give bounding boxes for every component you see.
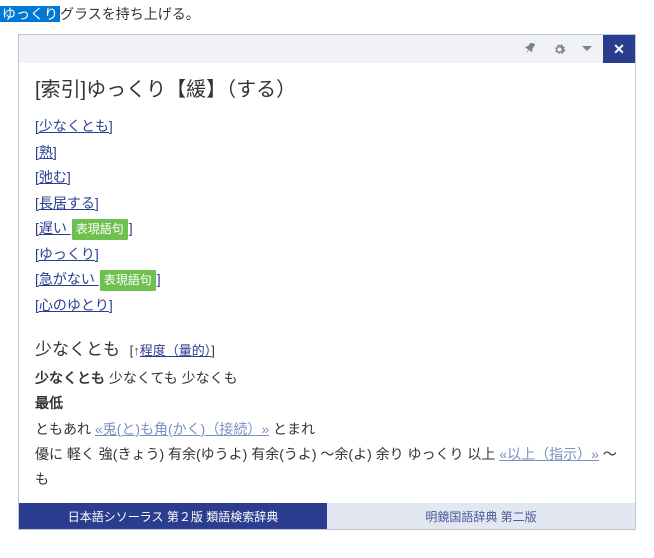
ref-link[interactable]: «以上（指示）» <box>499 446 599 462</box>
pin-icon[interactable] <box>519 37 543 61</box>
gear-icon[interactable] <box>547 37 571 61</box>
sentence-rest: グラスを持ち上げる。 <box>60 6 200 22</box>
body-line: 最低 <box>35 391 619 416</box>
close-button[interactable]: ✕ <box>603 35 635 63</box>
popup-toolbar: ✕ <box>19 35 635 63</box>
index-link[interactable]: [ゆっくり] <box>35 246 99 262</box>
chevron-down-icon[interactable] <box>575 37 599 61</box>
section-header: 少なくとも [↑程度（量的）] <box>35 335 619 365</box>
index-link[interactable]: [少なくとも] <box>35 118 113 134</box>
tab-inactive[interactable]: 明鏡国語辞典 第二版 <box>327 503 635 529</box>
index-item: [心のゆとり] <box>35 293 619 318</box>
ref-link[interactable]: «兎(と)も角(かく)（接続）» <box>95 421 269 437</box>
index-item: [長居する] <box>35 191 619 216</box>
expression-tag: 表現語句 <box>72 219 128 240</box>
category-link[interactable]: 程度（量的） <box>140 343 212 358</box>
sections: 少なくとも [↑程度（量的）] 少なくとも 少なくても 少なくも最低ともあれ «… <box>35 335 619 503</box>
index-link[interactable]: [心のゆとり] <box>35 297 113 313</box>
index-item: [急がない 表現語句] <box>35 267 619 292</box>
index-link[interactable]: [遅い 表現語句] <box>35 220 133 236</box>
entry-content[interactable]: [索引]ゆっくり【緩】（する） [少なくとも] [熟] [弛む] [長居する] [遅い … <box>19 63 635 503</box>
index-list: [少なくとも] [熟] [弛む] [長居する] [遅い 表現語句] [ゆっくり] [急がない… <box>35 114 619 317</box>
index-link[interactable]: [熟] <box>35 144 57 160</box>
tab-active[interactable]: 日本語シソーラス 第２版 類語検索辞典 <box>19 503 327 529</box>
body-line: 優に 軽く 強(きょう) 有余(ゆうよ) 有余(うよ) ～余(よ) 余り ゆっく… <box>35 442 619 491</box>
body-line: ともあれ «兎(と)も角(かく)（接続）» とまれ <box>35 417 619 442</box>
index-link[interactable]: [急がない 表現語句] <box>35 271 161 287</box>
example-sentence: ゆっくりグラスを持ち上げる。 <box>0 0 654 34</box>
expression-tag: 表現語句 <box>100 270 156 291</box>
index-link[interactable]: [長居する] <box>35 195 99 211</box>
index-item: [ゆっくり] <box>35 242 619 267</box>
highlighted-word: ゆっくり <box>0 6 60 22</box>
dictionary-tabs: 日本語シソーラス 第２版 類語検索辞典明鏡国語辞典 第二版 <box>19 503 635 529</box>
body-line: 少なくとも 少なくても 少なくも <box>35 366 619 391</box>
index-item: [遅い 表現語句] <box>35 216 619 241</box>
headword: [索引]ゆっくり【緩】（する） <box>35 73 619 108</box>
dictionary-popup: ✕ [索引]ゆっくり【緩】（する） [少なくとも] [熟] [弛む] [長居する] [遅… <box>18 34 636 530</box>
index-link[interactable]: [弛む] <box>35 169 71 185</box>
index-item: [熟] <box>35 140 619 165</box>
index-item: [弛む] <box>35 165 619 190</box>
close-icon: ✕ <box>613 41 625 58</box>
index-item: [少なくとも] <box>35 114 619 139</box>
uplink-wrap: [↑程度（量的）] <box>126 343 215 358</box>
